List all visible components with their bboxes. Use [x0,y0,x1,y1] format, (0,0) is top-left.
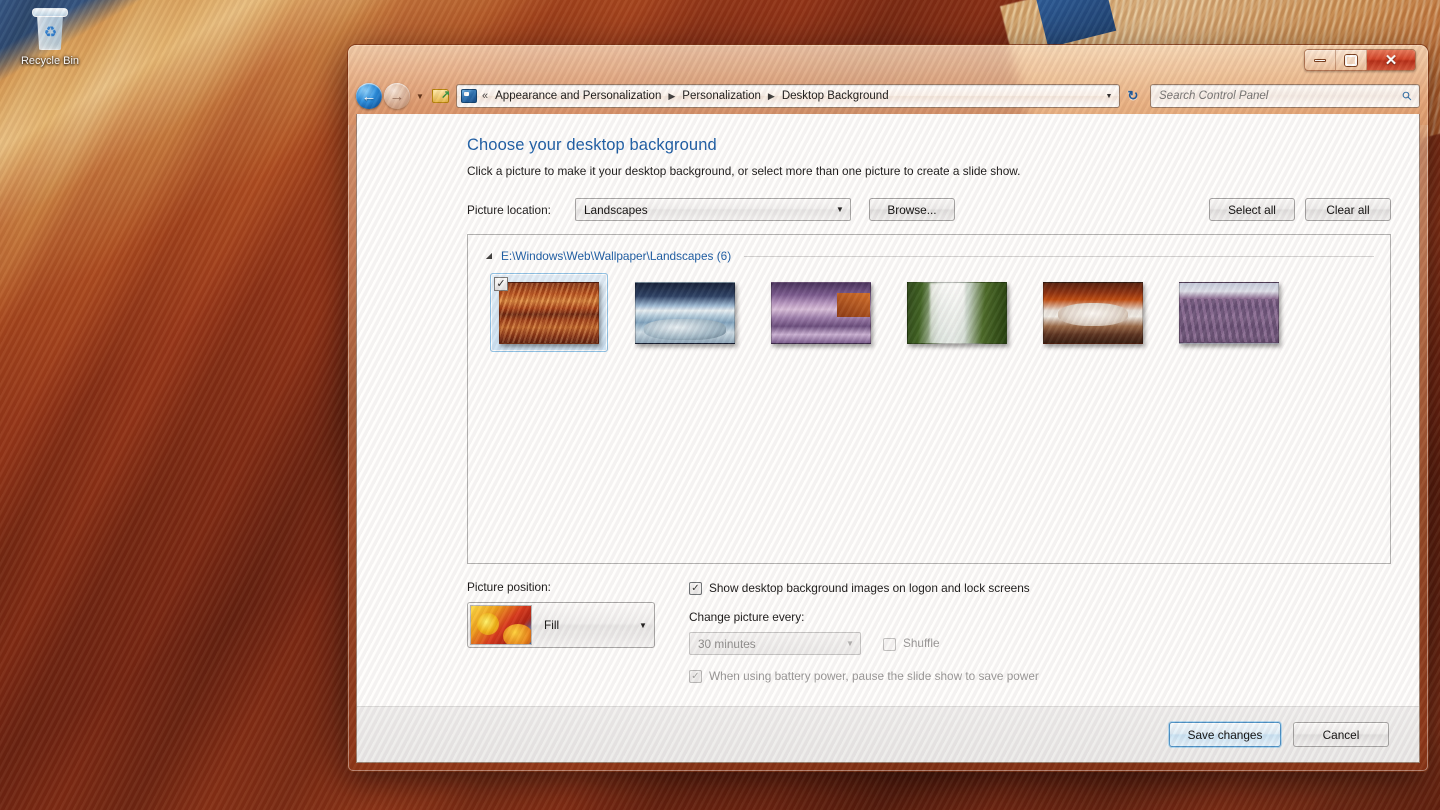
page-subtitle: Click a picture to make it your desktop … [467,164,1021,178]
collapse-caret-icon[interactable]: ◢ [484,251,494,261]
shuffle-checkbox[interactable] [883,637,896,651]
breadcrumb-overflow-icon[interactable]: « [482,90,488,102]
picture-position-dropdown[interactable]: Fill ▼ [467,602,655,648]
control-panel-window[interactable]: ✕ ← → ▼ ↗ « Appearance and Personalizati… [348,45,1428,771]
maximize-icon [1345,54,1357,66]
interval-row: 30 minutes ▼ Shuffle [689,632,1391,655]
gallery-group-header[interactable]: ◢ E:\Windows\Web\Wallpaper\Landscapes (6… [484,249,1374,263]
page-title: Choose your desktop background [467,136,717,154]
wallpaper-thumb-image [499,281,599,344]
show-on-logon-label: Show desktop background images on logon … [709,581,1030,595]
back-button[interactable]: ← [356,83,382,109]
picture-position-label: Picture position: [467,580,551,594]
change-interval-dropdown[interactable]: 30 minutes ▼ [689,632,861,655]
gallery-header-rule [744,255,1374,257]
clear-all-button[interactable]: Clear all [1305,198,1391,221]
wallpaper-thumbnail-grid[interactable]: ✓ [484,273,1374,352]
wallpaper-thumb-2[interactable] [626,273,744,352]
select-all-button[interactable]: Select all [1209,198,1295,221]
picture-position-value: Fill [544,618,560,632]
desktop[interactable]: ♻ Recycle Bin ✕ ← → ▼ ↗ « Appearance and… [0,0,1440,810]
minimize-button[interactable] [1305,50,1336,70]
wallpaper-thumb-image [635,281,735,344]
chevron-down-icon: ▼ [846,639,854,648]
recycle-bin-icon: ♻ [28,6,72,52]
wallpaper-thumb-image [771,281,871,344]
navigation-bar[interactable]: ← → ▼ ↗ « Appearance and Personalization… [356,81,1420,111]
folder-icon: ↗ [432,87,450,105]
picture-location-row: Picture location: Landscapes ▼ Browse...… [467,198,1391,221]
wallpaper-thumb-3[interactable] [762,273,880,352]
minimize-icon [1314,58,1326,62]
picture-location-dropdown[interactable]: Landscapes ▼ [575,198,851,221]
background-options: Picture position: Fill ▼ ✓ Show desktop … [467,580,1391,698]
battery-pause-row[interactable]: ✓ When using battery power, pause the sl… [689,669,1391,684]
wallpaper-thumb-6[interactable] [1170,273,1288,352]
desktop-icon-recycle-bin[interactable]: ♻ Recycle Bin [8,6,92,68]
refresh-icon: ↻ [1127,88,1139,103]
wallpaper-thumb-image [907,281,1007,344]
close-button[interactable]: ✕ [1367,50,1415,70]
wallpaper-thumb-4[interactable] [898,273,1016,352]
desktop-icon-label: Recycle Bin [20,55,80,67]
recent-pages-dropdown-icon[interactable]: ▼ [413,89,427,103]
slideshow-options-section: ✓ Show desktop background images on logo… [689,580,1391,698]
control-panel-icon [461,89,477,103]
address-bar[interactable]: « Appearance and Personalization ▶ Perso… [456,84,1120,108]
picture-location-label: Picture location: [467,202,551,217]
window-client-area: Choose your desktop background Click a p… [356,114,1420,763]
wallpaper-thumb-image [1179,281,1279,344]
picture-position-preview-icon [470,605,532,645]
search-icon[interactable]: ⚲ [1396,85,1417,106]
chevron-down-icon: ▼ [639,620,647,630]
shuffle-label: Shuffle [903,636,940,650]
command-bar: Save changes Cancel [357,706,1419,762]
forward-button[interactable]: → [384,83,410,109]
browse-button[interactable]: Browse... [869,198,955,221]
battery-pause-label: When using battery power, pause the slid… [709,669,1039,683]
cancel-button[interactable]: Cancel [1293,722,1389,747]
main-content: Choose your desktop background Click a p… [357,114,1419,706]
chevron-down-icon: ▼ [836,205,844,214]
shuffle-row[interactable]: Shuffle [883,636,940,651]
wallpaper-thumb-5[interactable] [1034,273,1152,352]
wallpaper-thumb-checkbox[interactable]: ✓ [494,277,508,291]
search-input[interactable] [1159,90,1399,102]
close-icon: ✕ [1384,51,1398,69]
wallpaper-gallery-panel[interactable]: ◢ E:\Windows\Web\Wallpaper\Landscapes (6… [467,234,1391,564]
save-changes-button[interactable]: Save changes [1169,722,1281,747]
change-interval-value: 30 minutes [698,636,756,651]
breadcrumb-desktop-background[interactable]: Desktop Background [779,88,892,104]
selection-buttons: Select all Clear all [1209,198,1391,221]
address-history-dropdown-icon[interactable]: ▼ [1101,86,1117,106]
search-box[interactable]: ⚲ [1150,84,1420,108]
battery-pause-checkbox[interactable]: ✓ [689,670,702,683]
show-on-logon-checkbox[interactable]: ✓ [689,582,702,595]
breadcrumb-separator-icon[interactable]: ▶ [668,91,675,102]
caption-button-group[interactable]: ✕ [1304,49,1416,71]
picture-location-value: Landscapes [584,202,648,217]
breadcrumb-separator-icon[interactable]: ▶ [768,91,775,102]
change-picture-every-label: Change picture every: [689,610,805,624]
refresh-button[interactable]: ↻ [1122,85,1144,107]
picture-position-section: Picture position: Fill ▼ [467,580,689,698]
breadcrumb-appearance-and-personalization[interactable]: Appearance and Personalization [492,88,664,104]
gallery-group-path: E:\Windows\Web\Wallpaper\Landscapes (6) [501,249,732,263]
breadcrumb-personalization[interactable]: Personalization [679,88,764,104]
show-on-logon-row[interactable]: ✓ Show desktop background images on logo… [689,581,1391,596]
wallpaper-thumb-1[interactable]: ✓ [490,273,608,352]
wallpaper-thumb-image [1043,281,1143,344]
maximize-button[interactable] [1336,50,1367,70]
